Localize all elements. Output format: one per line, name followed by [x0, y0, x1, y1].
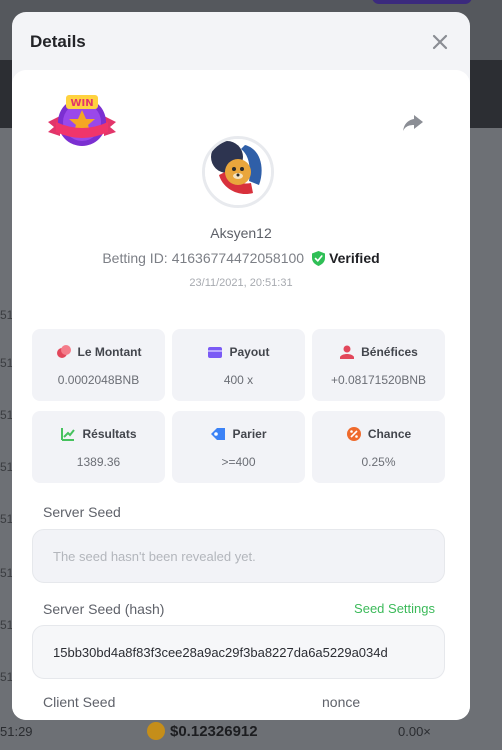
coin-icon — [147, 722, 165, 740]
bet-details-modal: Details WIN Aksyen12 Betting ID: 4163677… — [12, 12, 470, 720]
background-bet-amount: $0.12326912 — [170, 722, 258, 740]
seed-settings-link[interactable]: Seed Settings — [354, 601, 435, 616]
server-seed-field[interactable]: The seed hasn't been revealed yet. — [32, 529, 445, 583]
stat-payout: Payout 400 x — [172, 329, 305, 401]
client-seed-label: Client Seed — [43, 694, 116, 710]
stat-label: Le Montant — [77, 344, 142, 359]
verified-label: Verified — [329, 250, 380, 266]
stat-profit: Bénéfices +0.08171520BNB — [312, 329, 445, 401]
win-badge-icon: WIN — [46, 92, 118, 152]
modal-title: Details — [30, 32, 86, 51]
profit-icon — [339, 344, 355, 360]
coins-icon — [56, 344, 72, 360]
stat-label: Payout — [229, 344, 270, 359]
stat-label: Bénéfices — [361, 344, 418, 359]
stat-result: Résultats 1389.36 — [32, 411, 165, 483]
stat-value: 1389.36 — [76, 454, 121, 469]
share-icon[interactable] — [400, 110, 426, 136]
verified-badge: Verified — [312, 250, 380, 266]
username: Aksyen12 — [210, 225, 272, 241]
background-bet-time: 51:29 — [0, 723, 33, 739]
close-icon[interactable] — [428, 30, 452, 54]
server-seed-label: Server Seed — [43, 504, 121, 520]
avatar — [202, 136, 274, 208]
betting-id-label: Betting ID: — [102, 250, 168, 266]
modal-body: WIN Aksyen12 Betting ID: 416367744720581… — [12, 70, 470, 720]
server-seed-hash-label: Server Seed (hash) — [43, 601, 165, 617]
stat-value: >=400 — [221, 454, 256, 469]
betting-id: 416367744720581​00 — [171, 250, 305, 266]
server-seed-hash-field[interactable]: 15bb30bd4a8f83f3cee28a9ac29f3ba8227da6a5… — [32, 625, 445, 679]
stat-amount: Le Montant 0.0002048BNB — [32, 329, 165, 401]
modal-header: Details — [12, 12, 470, 72]
stat-bet-condition: Parier >=400 — [172, 411, 305, 483]
stat-value: 400 x — [223, 372, 254, 387]
tag-icon — [210, 426, 226, 442]
win-badge-text: WIN — [70, 98, 93, 109]
betting-id-row: Betting ID: 416367744720581​00 Verified — [12, 250, 470, 266]
shield-check-icon — [312, 250, 326, 266]
stat-label: Chance — [367, 426, 412, 441]
chart-icon — [60, 426, 76, 442]
stat-value: 0.25% — [361, 454, 396, 469]
nonce-label: nonce — [322, 694, 361, 710]
stat-label: Résultats — [82, 426, 137, 441]
bet-timestamp: 23/11/2021, 20:51:31 — [189, 277, 293, 289]
wallet-icon — [207, 344, 223, 360]
stat-chance: Chance 0.25% — [312, 411, 445, 483]
stat-value: +0.08171520BNB — [330, 372, 427, 387]
stat-label: Parier — [232, 426, 267, 441]
background-bet-multiplier: 0.00× — [398, 723, 431, 739]
bet-stats-grid: Le Montant 0.0002048BNB Payout 400 x Bén… — [32, 329, 445, 483]
background-button — [372, 0, 472, 4]
percent-icon — [346, 426, 362, 442]
stat-value: 0.0002048BNB — [57, 372, 140, 387]
